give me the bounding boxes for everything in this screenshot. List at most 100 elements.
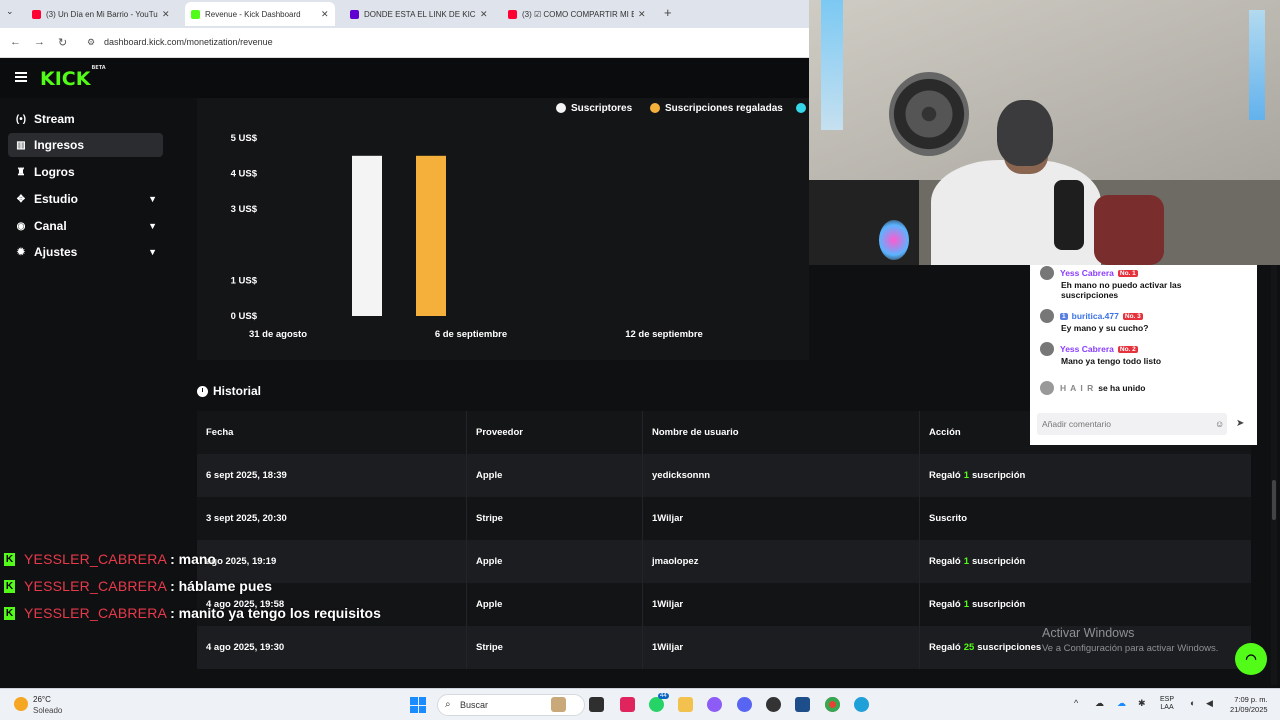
- obs-icon[interactable]: [766, 697, 781, 712]
- chat-username[interactable]: buritica.477: [1072, 311, 1119, 321]
- store-icon[interactable]: [795, 697, 810, 712]
- sidebar-item-ajustes[interactable]: ✹ Ajustes ▼: [8, 240, 163, 264]
- windows-start-icon[interactable]: [410, 697, 426, 713]
- avatar: [1040, 381, 1054, 395]
- overlay-username: YESSLER_CABRERA: [24, 551, 168, 567]
- weather-icon[interactable]: [14, 697, 28, 711]
- url-field[interactable]: dashboard.kick.com/monetization/revenue: [104, 37, 273, 47]
- chart-bar[interactable]: [416, 155, 446, 316]
- accion-pre: Regaló: [929, 642, 961, 653]
- tab-youtube-2[interactable]: (3) ☑ COMO COMPARTIR MI E ✕: [502, 4, 652, 24]
- chat-user-row: Yess Cabrera No. 2: [1040, 342, 1161, 356]
- chat-comment-input[interactable]: Añadir comentario: [1037, 413, 1227, 435]
- legend-suscripciones-regaladas[interactable]: Suscripciones regaladas: [650, 102, 783, 114]
- help-chat-button[interactable]: ◠: [1235, 643, 1267, 675]
- system-clock[interactable]: 7:09 p. m. 21/09/2025: [1230, 695, 1268, 715]
- taskbar-app-icon[interactable]: [551, 697, 566, 712]
- page-scrollbar[interactable]: [1271, 265, 1277, 685]
- accion-pre: Regaló: [929, 470, 961, 481]
- col-proveedor[interactable]: Proveedor: [466, 411, 642, 454]
- col-fecha[interactable]: Fecha: [197, 411, 466, 454]
- rank-badge: No. 1: [1117, 269, 1138, 277]
- close-icon[interactable]: ✕: [480, 9, 488, 20]
- close-icon[interactable]: ✕: [638, 9, 646, 20]
- file-explorer-icon[interactable]: [678, 697, 693, 712]
- send-icon[interactable]: ➤: [1236, 418, 1244, 429]
- accion-post: suscripción: [971, 556, 1026, 567]
- tab-yahoo[interactable]: DONDE ESTA EL LINK DE KICK ✕: [344, 4, 494, 24]
- site-info-icon[interactable]: ⚙: [87, 37, 95, 48]
- chat-username[interactable]: Yess Cabrera: [1060, 344, 1114, 354]
- scrollbar-thumb[interactable]: [1272, 480, 1276, 520]
- sidebar-item-canal[interactable]: ◉ Canal ▼: [8, 214, 163, 238]
- webcam-light: [1249, 10, 1265, 120]
- sidebar-item-label: Estudio: [34, 192, 78, 206]
- kick-k-icon: K: [4, 579, 15, 593]
- chat-user-row: H A I R se ha unido: [1040, 381, 1145, 395]
- sidebar: (•) Stream ▥ Ingresos ♜ Logros ✥ Estudio…: [0, 98, 175, 688]
- chat-username[interactable]: Yess Cabrera: [1060, 268, 1114, 278]
- notification-badge: 44: [658, 693, 669, 699]
- bluetooth-icon[interactable]: ✱: [1138, 698, 1146, 709]
- webcam-pc-glow: [879, 220, 909, 260]
- emoji-icon[interactable]: ☺: [1215, 419, 1224, 429]
- settings-icon: ✹: [16, 246, 26, 258]
- webcam-person-leg: [1094, 195, 1164, 265]
- browser-tab-bar: ⌄ (3) Un Día en Mi Barrio - YouTube ✕ Re…: [0, 0, 809, 28]
- clock-time: 7:09 p. m.: [1234, 695, 1268, 704]
- webcam-fan: [889, 72, 969, 156]
- discord-icon[interactable]: [737, 697, 752, 712]
- close-icon[interactable]: ✕: [162, 9, 170, 20]
- col-usuario[interactable]: Nombre de usuario: [642, 411, 919, 454]
- accion-num: 1: [963, 556, 969, 567]
- revenue-chart: 0 US$ 1 US$ 3 US$ 4 US$ 5 US$ 31 de agosto 6 d…: [231, 133, 703, 340]
- network-icon[interactable]: ◐: [1190, 698, 1195, 708]
- menu-icon[interactable]: [15, 72, 27, 82]
- edge-icon[interactable]: [854, 697, 869, 712]
- rank-badge: No. 3: [1122, 312, 1143, 320]
- table-row: ago 2025, 19:19 Apple jmaolopez Regaló 1 s…: [197, 540, 1251, 583]
- chrome-icon[interactable]: [825, 697, 840, 712]
- language-indicator[interactable]: ESP LAA: [1160, 696, 1174, 712]
- tab-search-icon[interactable]: ⌄: [6, 6, 14, 17]
- cell-proveedor: Apple: [466, 454, 642, 497]
- tab-label: DONDE ESTA EL LINK DE KICK: [364, 9, 476, 19]
- tray-chevron-icon[interactable]: ^: [1074, 698, 1078, 708]
- lang-layout: LAA: [1160, 704, 1174, 711]
- sidebar-item-logros[interactable]: ♜ Logros: [8, 160, 163, 184]
- task-view-icon[interactable]: [589, 697, 604, 712]
- sidebar-item-estudio[interactable]: ✥ Estudio ▼: [8, 187, 163, 211]
- cloud-icon[interactable]: ☁: [1095, 698, 1104, 709]
- accion-num: 25: [963, 642, 975, 653]
- cell-fecha: 4 ago 2025, 19:30: [206, 642, 285, 653]
- rank-badge: No. 2: [1117, 345, 1138, 353]
- chart-bar[interactable]: [352, 155, 382, 316]
- y-tick-label: 5 US$: [231, 133, 258, 144]
- cell-proveedor: Apple: [466, 540, 642, 583]
- tab-youtube[interactable]: (3) Un Día en Mi Barrio - YouTube ✕: [26, 4, 176, 24]
- new-tab-icon[interactable]: +: [664, 5, 672, 20]
- onedrive-icon[interactable]: ☁: [1117, 698, 1126, 709]
- sidebar-item-ingresos[interactable]: ▥ Ingresos: [8, 133, 163, 157]
- tiktok-icon[interactable]: [620, 697, 635, 712]
- whatsapp-icon[interactable]: [649, 697, 664, 712]
- volume-icon[interactable]: ◀: [1206, 698, 1213, 709]
- tab-kick-dashboard[interactable]: Revenue - Kick Dashboard ✕: [185, 2, 335, 26]
- kick-logo[interactable]: KICKBETA: [40, 65, 106, 90]
- close-icon[interactable]: ✕: [321, 9, 329, 20]
- reload-icon[interactable]: ↻: [58, 36, 67, 49]
- copilot-icon[interactable]: [707, 697, 722, 712]
- chat-text: Eh mano no puedo activar las suscripcion…: [1061, 280, 1182, 300]
- sidebar-item-stream[interactable]: (•) Stream: [8, 107, 163, 131]
- chevron-down-icon: ▼: [148, 194, 157, 204]
- chat-user-row: 1 buritica.477 No. 3: [1040, 309, 1148, 323]
- activate-windows-hint: Ve a Configuración para activar Windows.: [1042, 643, 1219, 654]
- chat-text: Mano ya tengo todo listo: [1061, 356, 1162, 366]
- forward-icon[interactable]: →: [34, 36, 45, 48]
- join-username: H A I R: [1060, 383, 1095, 393]
- weather-desc: Soleado: [33, 706, 63, 715]
- legend-suscriptores[interactable]: Suscriptores: [556, 102, 632, 114]
- y-tick-label: 4 US$: [231, 169, 258, 180]
- legend-dot: [796, 103, 806, 113]
- back-icon[interactable]: ←: [10, 36, 21, 48]
